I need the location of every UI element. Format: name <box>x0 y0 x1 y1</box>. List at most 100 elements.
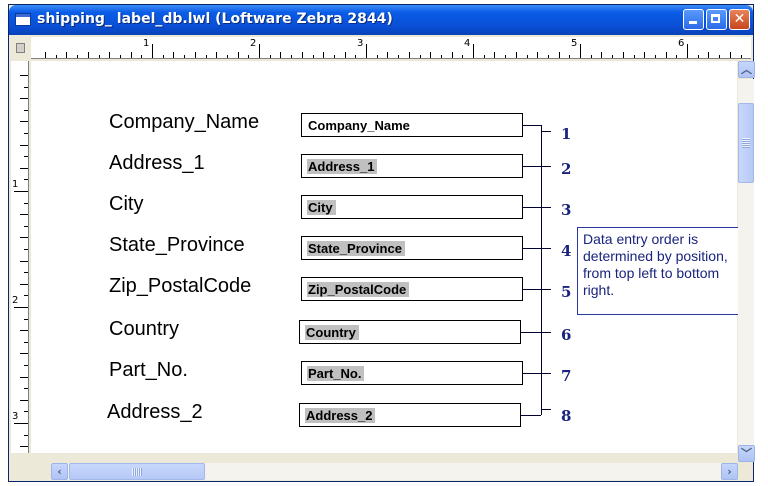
ruler-tick <box>590 55 592 58</box>
order-tick <box>541 332 551 333</box>
vertical-scroll-thumb[interactable] <box>738 103 754 183</box>
ruler-tick <box>14 423 28 424</box>
arrow-left-icon: ‹ <box>57 465 62 478</box>
ruler-tick <box>24 434 28 436</box>
ruler-tick <box>20 330 28 332</box>
ruler-tick <box>312 55 314 58</box>
ruler-tick <box>259 44 260 58</box>
ruler-number: 1 <box>12 179 19 190</box>
ruler-tick <box>20 144 28 146</box>
horizontal-ruler: 1 2 3 4 5 6 <box>31 37 751 59</box>
ruler-tick <box>173 52 175 58</box>
scroll-right-button[interactable]: › <box>721 463 738 480</box>
field-label: Address_2 <box>107 401 203 423</box>
ruler-tick <box>55 55 57 58</box>
ruler-tick <box>344 52 346 58</box>
ruler-tick <box>20 167 28 169</box>
ruler-tick <box>24 225 28 227</box>
ruler-tick <box>687 44 688 58</box>
ruler-tick <box>14 191 28 192</box>
minimize-button[interactable] <box>683 9 704 30</box>
ruler-tick <box>66 52 68 58</box>
order-connector <box>521 415 541 416</box>
field-label: State_Province <box>109 234 245 256</box>
order-tick <box>541 166 551 167</box>
ruler-tick <box>355 55 357 58</box>
ruler-corner[interactable] <box>11 37 29 59</box>
label-field-box[interactable]: Country <box>299 320 521 344</box>
field-value: Address_2 <box>305 408 376 423</box>
ruler-tick <box>20 399 28 401</box>
label-field-box[interactable]: Address_1 <box>301 154 523 178</box>
ruler-tick <box>24 365 28 366</box>
arrow-up-icon: ︿ <box>741 63 752 76</box>
ruler-tick <box>644 52 646 58</box>
label-field-box[interactable]: Company_Name <box>301 113 523 137</box>
ruler-tick <box>20 214 28 216</box>
ruler-tick <box>20 75 28 76</box>
ruler-tick <box>708 52 710 58</box>
ruler-tick <box>24 388 28 390</box>
field-label: Zip_PostalCode <box>109 275 252 297</box>
ruler-tick <box>152 44 153 58</box>
ruler-tick <box>419 55 421 58</box>
ruler-tick <box>20 376 28 378</box>
ruler-tick <box>622 52 624 58</box>
order-connector <box>523 125 541 126</box>
ruler-tick <box>676 55 678 58</box>
ruler-tick <box>45 52 46 58</box>
order-connector <box>523 289 541 290</box>
order-bracket-line <box>541 125 542 415</box>
maximize-button[interactable] <box>706 9 727 30</box>
ruler-tick <box>440 55 442 58</box>
ruler-tick <box>601 52 603 58</box>
entry-order-number: 6 <box>561 326 572 344</box>
arrow-down-icon: ﹀ <box>741 447 752 460</box>
label-field-box[interactable]: Address_2 <box>299 403 521 427</box>
ruler-tick <box>184 55 186 58</box>
ruler-tick <box>633 55 635 58</box>
ruler-tick <box>558 52 560 58</box>
ruler-tick <box>24 411 28 413</box>
order-connector <box>521 332 541 333</box>
ruler-tick <box>24 133 28 134</box>
scroll-down-button[interactable]: ﹀ <box>738 445 755 462</box>
title-bar[interactable]: shipping_ label_db.lwl (Loftware Zebra 2… <box>9 5 753 35</box>
ruler-tick <box>24 156 28 158</box>
close-button[interactable]: ✕ <box>729 9 750 30</box>
ruler-tick <box>216 52 218 58</box>
label-field-box[interactable]: City <box>301 195 523 219</box>
grip-icon <box>742 138 750 148</box>
ruler-tick <box>537 52 539 58</box>
ruler-tick <box>119 55 121 58</box>
field-value: Address_1 <box>307 159 378 174</box>
maximize-icon <box>707 10 726 29</box>
label-field-box[interactable]: Zip_PostalCode <box>301 277 523 301</box>
ruler-number: 6 <box>678 38 685 49</box>
label-field-box[interactable]: Part_No. <box>301 361 523 385</box>
label-canvas[interactable]: Data entry order is determined by positi… <box>31 61 752 453</box>
horizontal-scroll-thumb[interactable] <box>69 463 205 480</box>
ruler-tick <box>398 55 400 58</box>
scroll-left-button[interactable]: ‹ <box>51 463 68 480</box>
ruler-tick <box>14 307 28 308</box>
scroll-up-button[interactable]: ︿ <box>738 61 755 78</box>
ruler-number: 4 <box>464 38 471 49</box>
ruler-tick <box>376 55 378 58</box>
field-label: Country <box>109 318 180 340</box>
ruler-tick <box>323 52 325 58</box>
ruler-tick <box>109 52 111 58</box>
window-title: shipping_ label_db.lwl (Loftware Zebra 2… <box>37 11 393 27</box>
ruler-tick <box>24 179 28 181</box>
label-field-box[interactable]: State_Province <box>301 236 523 260</box>
ruler-tick <box>24 202 28 204</box>
ruler-tick <box>24 249 28 250</box>
ruler-tick <box>547 55 549 58</box>
ruler-tick <box>612 55 614 58</box>
field-label: City <box>109 193 144 215</box>
data-entry-note: Data entry order is determined by positi… <box>577 227 752 315</box>
ruler-number: 1 <box>143 38 150 49</box>
order-tick <box>541 131 551 132</box>
ruler-tick <box>505 55 507 58</box>
ruler-tick <box>526 55 528 58</box>
